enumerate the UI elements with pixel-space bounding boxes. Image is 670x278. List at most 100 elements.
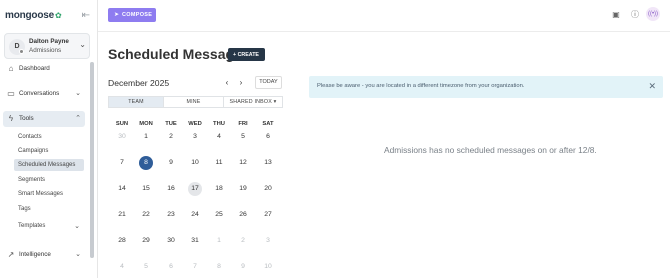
bolt-icon: ϟ [8,114,14,123]
sidebar-item-conversations[interactable]: ▭ Conversations ⌄ [3,86,85,102]
calendar-day[interactable]: 25 [212,208,226,222]
weekday-label: MON [139,121,153,127]
calendar-day[interactable]: 9 [164,156,178,170]
create-button[interactable]: + CREATE [228,48,265,61]
calendar-day[interactable]: 8 [212,260,226,274]
calendar-day[interactable]: 10 [188,156,202,170]
sidebar-item-segments[interactable]: Segments [14,174,84,186]
calendar-day[interactable]: 2 [164,130,178,144]
calendar-day[interactable]: 12 [236,156,250,170]
weekday-label: SAT [262,121,274,127]
sidebar-item-dashboard[interactable]: ⌂ Dashboard [3,61,85,77]
info-icon[interactable]: ⓘ [630,10,640,20]
weekday-label: WED [188,121,202,127]
calendar-day[interactable]: 7 [188,260,202,274]
calendar-day[interactable]: 14 [115,182,129,196]
caret-down-icon: ▾ [273,99,277,105]
weekday-label: THU [213,121,225,127]
calendar-day[interactable]: 10 [261,260,275,274]
sidebar-item-label: Segments [18,177,46,183]
sidebar-item-intelligence[interactable]: ↗ Intelligence ⌄ [3,247,85,263]
weekday-label: TUE [165,121,177,127]
calendar-day[interactable]: 4 [212,130,226,144]
compose-label: COMPOSE [122,12,153,18]
sidebar-item-label: Tools [19,115,34,122]
calendar-day[interactable]: 24 [188,208,202,222]
logo-text: mongoose [5,10,54,21]
calendar-day[interactable]: 21 [115,208,129,222]
chart-icon: ↗ [7,250,15,259]
next-month-icon[interactable]: › [237,78,245,88]
user-switcher[interactable]: D Dalton Payne Admissions ⌄ [4,33,90,59]
calendar-day[interactable]: 22 [139,208,153,222]
weekday-label: FRI [238,121,248,127]
calendar-day[interactable]: 27 [261,208,275,222]
logo[interactable]: mongoose✿ [5,10,62,21]
send-icon: ➤ [114,12,120,18]
calendar-day[interactable]: 20 [261,182,275,196]
sidebar-item-templates[interactable]: Templates ⌄ [14,220,84,232]
sidebar-scrollbar[interactable] [90,62,94,258]
sidebar-item-label: Tags [18,206,31,212]
calendar-day[interactable]: 26 [236,208,250,222]
sidebar-item-campaigns[interactable]: Campaigns [14,145,84,157]
calendar-day[interactable]: 29 [139,234,153,248]
sidebar: mongoose✿ ⇤ D Dalton Payne Admissions ⌄ … [0,0,98,278]
calendar-day[interactable]: 2 [236,234,250,248]
calendar-day[interactable]: 16 [164,182,178,196]
calendar-day[interactable]: 15 [139,182,153,196]
calendar-day[interactable]: 9 [236,260,250,274]
calendar-day[interactable]: 23 [164,208,178,222]
timezone-notice: Please be aware - you are located in a d… [309,76,663,98]
calendar-day[interactable]: 28 [115,234,129,248]
calendar-day[interactable]: 3 [261,234,275,248]
calendar-day[interactable]: 30 [115,130,129,144]
status-dot [19,49,24,54]
calendar-day[interactable]: 3 [188,130,202,144]
calendar-day[interactable]: 7 [115,156,129,170]
notice-message: Please be aware - you are located in a d… [317,83,525,89]
calendar-day[interactable]: 5 [139,260,153,274]
sidebar-item-tools[interactable]: ϟ Tools ⌃ [3,111,85,127]
sidebar-item-tags[interactable]: Tags [14,203,84,215]
tab-team[interactable]: TEAM [109,97,163,107]
collapse-sidebar-icon[interactable]: ⇤ [82,10,90,21]
sidebar-item-scheduled-messages[interactable]: Scheduled Messages [14,159,84,171]
calendar-day[interactable]: 6 [261,130,275,144]
compose-button[interactable]: ➤ COMPOSE [108,8,156,22]
chevron-up-icon: ⌃ [75,115,81,122]
calendar-day[interactable]: 1 [139,130,153,144]
prev-month-icon[interactable]: ‹ [223,78,231,88]
calendar-day[interactable]: 30 [164,234,178,248]
calendar-day[interactable]: 11 [212,156,226,170]
sidebar-item-contacts[interactable]: Contacts [14,131,84,143]
calendar-day[interactable]: 31 [188,234,202,248]
close-icon[interactable]: ✕ [648,81,656,92]
live-status-icon[interactable]: ((•)) [646,7,660,21]
sidebar-item-label: Intelligence [19,251,51,258]
sidebar-item-label: Conversations [19,90,60,97]
chevron-down-icon: ⌄ [75,251,81,258]
calendar-day[interactable]: 5 [236,130,250,144]
scrollbar-thumb[interactable] [90,62,94,258]
sidebar-item-label: Scheduled Messages [18,162,76,168]
tab-mine[interactable]: MINE [164,97,223,107]
tab-shared-inbox[interactable]: SHARED INBOX ▾ [224,97,282,107]
calendar-day[interactable]: 18 [212,182,226,196]
calendar-day[interactable]: 19 [236,182,250,196]
sidebar-item-label: Smart Messages [18,191,64,197]
user-name: Dalton Payne [29,38,69,45]
calendar-day[interactable]: 13 [261,156,275,170]
sidebar-item-smart-messages[interactable]: Smart Messages [14,188,84,200]
calendar-day[interactable]: 8 [139,156,153,170]
calendar-day[interactable]: 1 [212,234,226,248]
sidebar-item-label: Dashboard [19,65,50,72]
feedback-icon[interactable]: ▣ [611,10,621,20]
chevron-down-icon: ⌄ [74,223,80,230]
sidebar-item-label: Templates [18,223,46,229]
calendar-day[interactable]: 17 [188,182,202,196]
calendar-day[interactable]: 6 [164,260,178,274]
calendar-day[interactable]: 4 [115,260,129,274]
today-button[interactable]: TODAY [255,76,282,89]
tab-label: SHARED INBOX [229,99,272,105]
